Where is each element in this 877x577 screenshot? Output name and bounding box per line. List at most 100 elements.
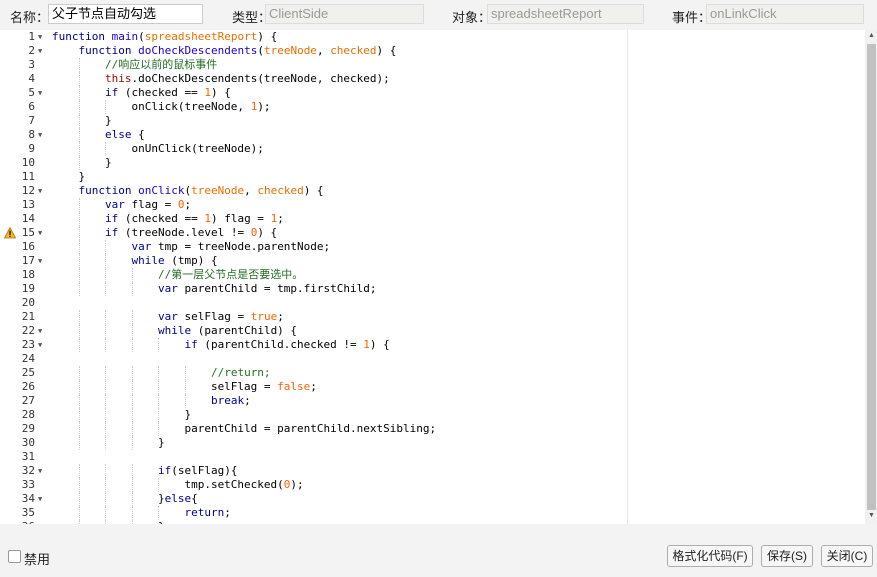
indent-guide [158,478,160,492]
code-line[interactable]: parentChild = parentChild.nextSibling; [52,422,436,436]
indent-guide [131,268,133,282]
indent-guide [78,408,80,422]
indent-guide [78,240,80,254]
line-number-text: 10 [21,156,35,169]
indent-guide [78,324,80,338]
code-line[interactable]: break; [52,394,251,408]
code-line[interactable]: onUnClick(treeNode); [52,142,263,156]
warning-icon[interactable] [4,227,16,239]
fold-toggle-icon[interactable]: ▼ [38,254,42,268]
line-number: 12 ▼ [0,184,47,198]
object-field[interactable]: spreadsheetReport [487,4,644,24]
indent-guide [78,72,80,86]
code-line[interactable]: } [52,436,165,450]
line-number-text: 31 [21,450,35,463]
fold-toggle-icon[interactable]: ▼ [38,492,42,506]
indent-guide [105,310,107,324]
line-number: 4 [0,72,47,86]
scroll-up-icon[interactable]: ▲ [867,32,876,39]
code-line[interactable]: if(selFlag){ [52,464,237,478]
line-number-text: 20 [21,296,35,309]
code-line[interactable]: function onClick(treeNode, checked) { [52,184,324,198]
code-line[interactable]: if (parentChild.checked != 1) { [52,338,389,352]
line-number: 17 ▼ [0,254,47,268]
close-button[interactable]: 关闭(C) [821,545,873,567]
code-line[interactable]: function doCheckDescendents(treeNode, ch… [52,44,397,58]
indent-guide [105,492,107,506]
disable-label: 禁用 [24,552,51,567]
fold-toggle-icon[interactable]: ▼ [38,338,42,352]
indent-guide [105,100,107,114]
code-line[interactable]: if (treeNode.level != 0) { [52,226,277,240]
fold-toggle-icon[interactable]: ▼ [38,30,42,44]
code-line[interactable]: var selFlag = true; [52,310,284,324]
indent-guide [78,212,80,226]
code-line[interactable]: while (tmp) { [52,254,217,268]
indent-guide [131,422,133,436]
line-number: 3 [0,58,47,72]
code-line[interactable]: } [52,170,85,184]
code-line[interactable]: var tmp = treeNode.parentNode; [52,240,330,254]
indent-guide [131,506,133,520]
type-field[interactable]: ClientSide [265,4,424,24]
code-line[interactable]: //第一层父节点是否要选中。 [52,268,303,282]
indent-guide [105,268,107,282]
line-number-text: 11 [21,170,35,183]
event-field[interactable]: onLinkClick [706,4,864,24]
code-line[interactable]: while (parentChild) { [52,324,297,338]
line-number-text: 8 [28,128,35,141]
code-line[interactable]: } [52,408,191,422]
code-line[interactable]: } [52,156,112,170]
line-number-text: 14 [21,212,35,225]
indent-guide [105,478,107,492]
line-number-text: 17 [21,254,35,267]
code-line[interactable]: }else{ [52,492,198,506]
code-line[interactable]: var flag = 0; [52,198,191,212]
scrollbar-thumb[interactable] [867,44,876,510]
code-line[interactable]: this.doCheckDescendents(treeNode, checke… [52,72,390,86]
scroll-down-icon[interactable]: ▼ [867,512,876,519]
indent-guide [158,366,160,380]
line-number: 27 [0,394,47,408]
code-area[interactable]: function main(spreadsheetReport) { funct… [47,30,865,524]
indent-guide [105,324,107,338]
line-number-text: 34 [21,492,35,505]
line-number-text: 13 [21,198,35,211]
line-number: 25 [0,366,47,380]
indent-guide [131,436,133,450]
disable-checkbox[interactable] [8,550,21,563]
indent-guide [131,310,133,324]
fold-toggle-icon[interactable]: ▼ [38,86,42,100]
header-bar: 名称： 父子节点自动勾选 类型： ClientSide 对象： spreadsh… [0,0,877,30]
line-number-text: 12 [21,184,35,197]
code-line[interactable]: if (checked == 1) flag = 1; [52,212,284,226]
indent-guide [78,58,80,72]
code-line[interactable]: tmp.setChecked(0); [52,478,303,492]
line-number: 29 [0,422,47,436]
fold-toggle-icon[interactable]: ▼ [38,44,42,58]
vertical-scrollbar[interactable]: ▲ ▼ [865,30,877,524]
fold-toggle-icon[interactable]: ▼ [38,226,42,240]
format-code-button[interactable]: 格式化代码(F) [667,545,753,567]
code-line[interactable]: } [52,114,112,128]
fold-toggle-icon[interactable]: ▼ [38,184,42,198]
code-line[interactable]: var parentChild = tmp.firstChild; [52,282,377,296]
indent-guide [78,506,80,520]
save-button[interactable]: 保存(S) [761,545,813,567]
line-number: 11 [0,170,47,184]
code-line[interactable]: //响应以前的鼠标事件 [52,58,217,72]
fold-toggle-icon[interactable]: ▼ [38,128,42,142]
fold-toggle-icon[interactable]: ▼ [38,324,42,338]
line-number-text: 29 [21,422,35,435]
code-editor[interactable]: 1 ▼ 2 ▼ 3 4 5 ▼ 6 7 8 ▼ 9 10 11 12 ▼ 13 14 15 ▼ 16 17 ▼ 18 19 20 21… [0,30,877,524]
code-line[interactable]: else { [52,128,145,142]
line-number-text: 23 [21,338,35,351]
line-number-text: 16 [21,240,35,253]
code-line[interactable]: function main(spreadsheetReport) { [52,30,277,44]
fold-toggle-icon[interactable]: ▼ [38,464,42,478]
name-field[interactable]: 父子节点自动勾选 [48,4,203,24]
code-line[interactable]: //return; [52,366,271,380]
line-number: 5 ▼ [0,86,47,100]
code-line[interactable]: onClick(treeNode, 1); [52,100,270,114]
line-number-text: 21 [21,310,35,323]
